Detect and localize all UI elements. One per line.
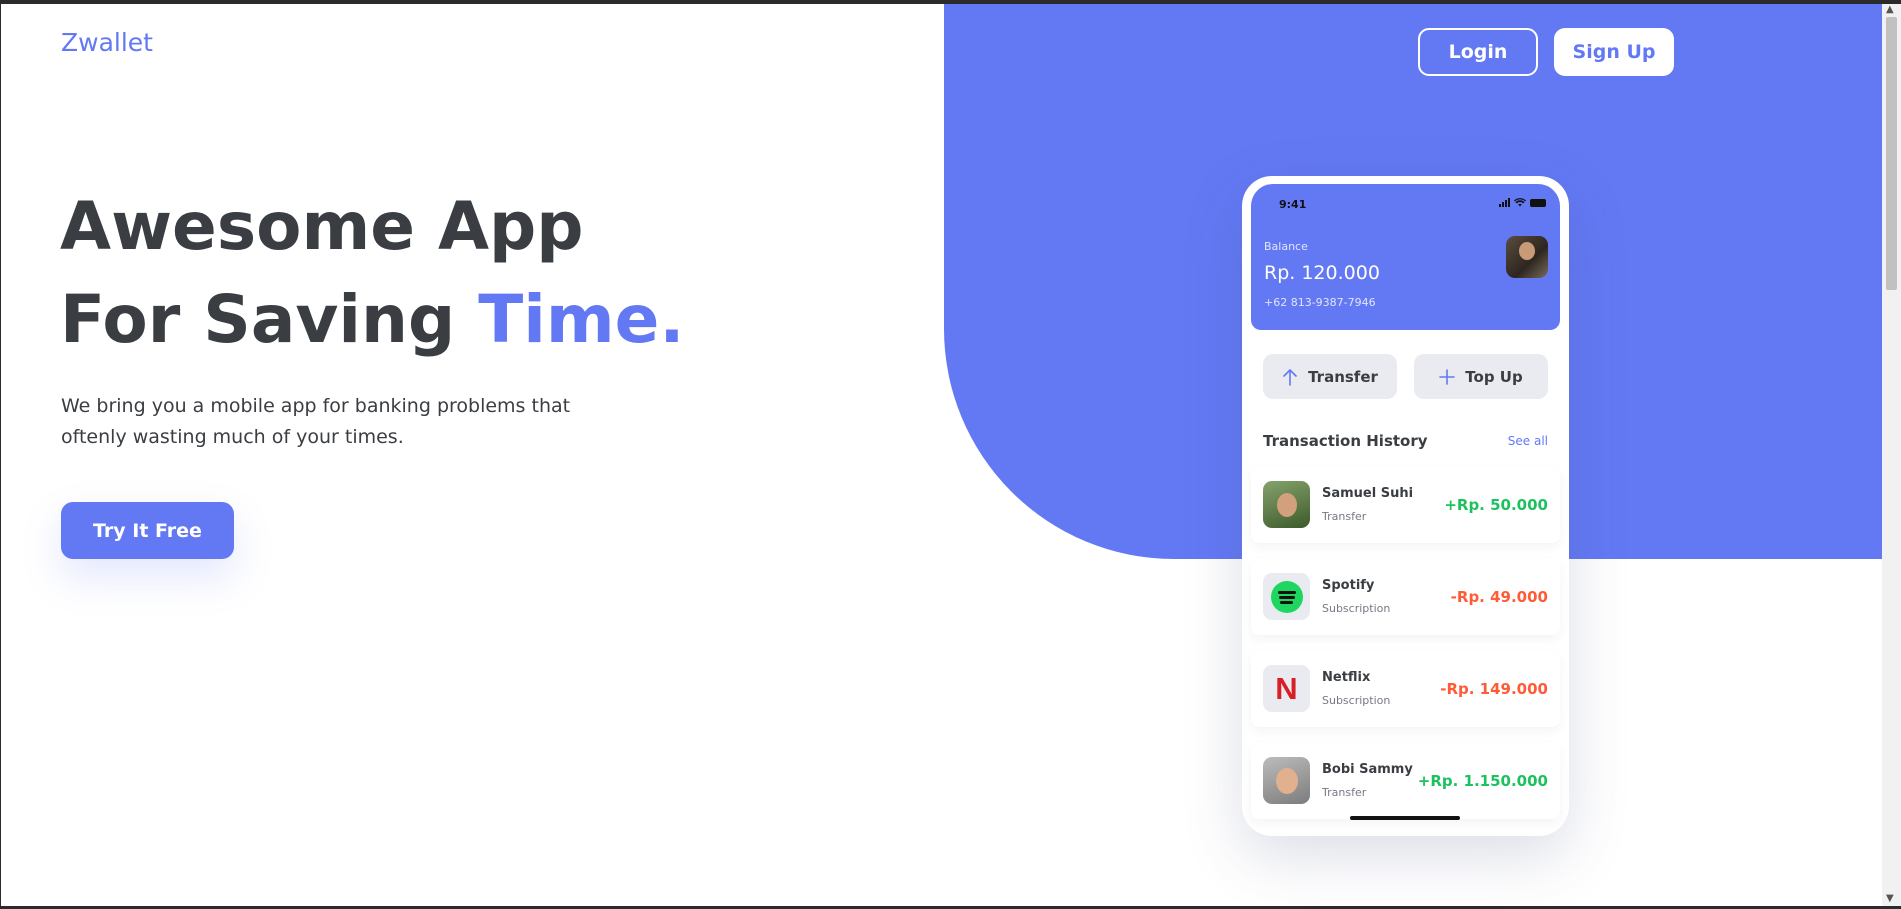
hero-line-1: Awesome App (60, 188, 584, 265)
phone-number: +62 813-9387-7946 (1264, 296, 1376, 309)
hero-description: We bring you a mobile app for banking pr… (61, 395, 571, 448)
phone-mockup: 9:41 Balance Rp. 120.000 +62 813-9387-79… (1242, 176, 1569, 836)
brand-logo[interactable]: Zwallet (61, 28, 153, 57)
transaction-name: Netflix (1322, 670, 1371, 685)
transaction-amount: -Rp. 49.000 (1450, 588, 1548, 606)
browser-frame-left (0, 0, 1, 909)
netflix-glyph: N (1275, 670, 1298, 706)
hero-accent-word: Time. (478, 281, 685, 358)
hero-line-2: For Saving (60, 281, 479, 358)
transfer-button[interactable]: Transfer (1263, 354, 1397, 399)
transaction-name: Bobi Sammy (1322, 762, 1413, 777)
user-avatar[interactable] (1506, 236, 1548, 278)
battery-icon (1530, 198, 1546, 207)
transaction-type: Subscription (1322, 694, 1391, 707)
scroll-down-icon[interactable]: ▼ (1886, 893, 1894, 904)
netflix-icon: N (1263, 665, 1310, 712)
signup-button[interactable]: Sign Up (1554, 28, 1674, 76)
plus-icon (1439, 368, 1456, 385)
transaction-name: Samuel Suhi (1322, 486, 1414, 501)
transaction-type: Transfer (1322, 786, 1367, 799)
status-time: 9:41 (1279, 198, 1307, 211)
transaction-amount: +Rp. 1.150.000 (1417, 772, 1548, 790)
balance-value: Rp. 120.000 (1264, 262, 1380, 284)
home-indicator (1350, 816, 1460, 820)
transaction-type: Subscription (1322, 602, 1391, 615)
top-up-label: Top Up (1465, 367, 1523, 386)
transaction-avatar (1263, 757, 1310, 804)
transaction-amount: +Rp. 50.000 (1444, 496, 1548, 514)
scrollbar-thumb[interactable] (1886, 17, 1897, 290)
transaction-amount: -Rp. 149.000 (1440, 680, 1548, 698)
hero-headline: Awesome App For Saving Time. (60, 180, 684, 366)
transaction-item[interactable]: Bobi Sammy Transfer +Rp. 1.150.000 (1251, 743, 1560, 819)
see-all-link[interactable]: See all (1508, 434, 1548, 448)
transaction-history-title: Transaction History (1263, 432, 1428, 450)
transaction-item[interactable]: N Netflix Subscription -Rp. 149.000 (1251, 651, 1560, 727)
scroll-up-icon[interactable]: ▲ (1886, 4, 1894, 15)
arrow-up-icon (1283, 368, 1297, 386)
transaction-item[interactable]: Spotify Subscription -Rp. 49.000 (1251, 559, 1560, 635)
login-button[interactable]: Login (1418, 28, 1538, 76)
balance-label: Balance (1264, 240, 1308, 253)
wifi-icon (1514, 198, 1526, 207)
signal-icon (1499, 198, 1510, 207)
top-up-button[interactable]: Top Up (1414, 354, 1548, 399)
transaction-item[interactable]: Samuel Suhi Transfer +Rp. 50.000 (1251, 467, 1560, 543)
spotify-icon (1263, 573, 1310, 620)
status-icons (1499, 198, 1546, 207)
transaction-avatar (1263, 481, 1310, 528)
transaction-type: Transfer (1322, 510, 1367, 523)
transaction-name: Spotify (1322, 578, 1375, 593)
try-it-free-button[interactable]: Try It Free (61, 502, 234, 559)
transfer-label: Transfer (1308, 367, 1378, 386)
balance-card: 9:41 Balance Rp. 120.000 +62 813-9387-79… (1251, 184, 1560, 330)
